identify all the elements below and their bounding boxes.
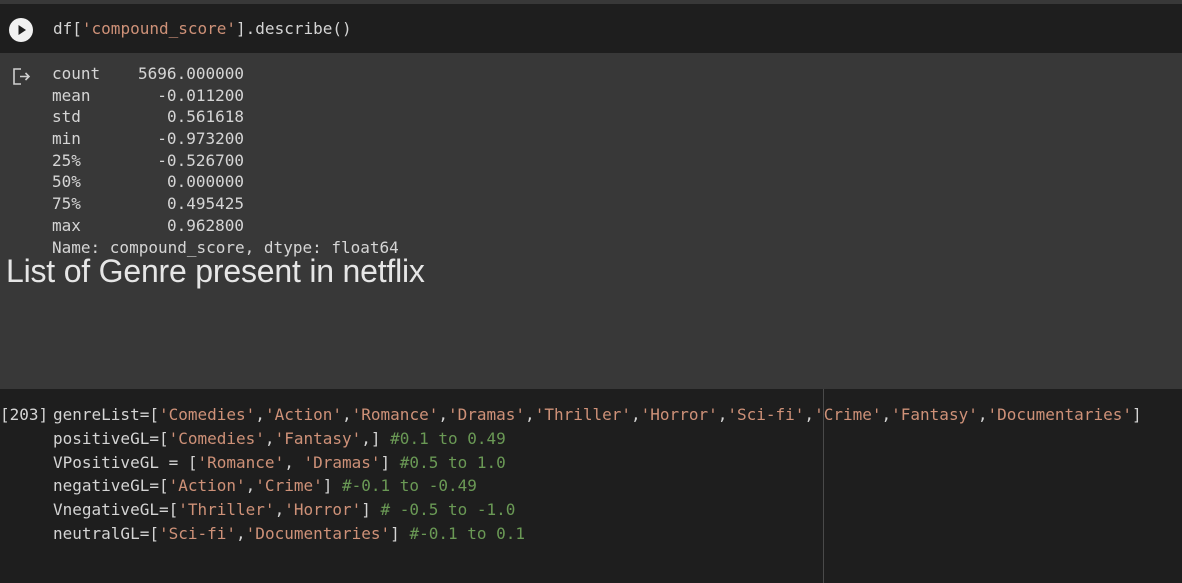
code-text: ] [380,452,400,472]
stat-name: mean [52,85,91,105]
run-cell-button[interactable] [9,18,33,42]
describe-row: min -0.973200 [52,128,399,150]
stat-value: -0.526700 [157,150,244,170]
code-separator: , [342,405,352,424]
stat-value: 0.000000 [166,172,244,192]
describe-row: 75% 0.495425 [52,193,399,215]
code-comment: #0.1 to 0.49 [390,428,506,448]
cell-output: count 5696.000000 mean -0.011200 std 0.561618… [0,53,1182,389]
code-separator: , [717,405,728,424]
code-text: ] [322,476,342,496]
code-line: neutralGL=['Sci-fi','Documentaries'] #-0… [53,522,1142,546]
code-separator: , [525,405,535,424]
string-literal: 'Romance' [351,405,439,424]
code-comment: #0.5 to 1.0 [399,452,506,472]
string-literal: 'Documentaries' [987,405,1132,424]
stat-value: 0.495425 [166,194,244,214]
stat-value: 0.962800 [166,215,244,235]
string-literal: 'Fantasy' [891,405,978,424]
string-literal: 'Action' [168,476,246,496]
stat-value: -0.973200 [157,129,244,149]
output-icon[interactable] [12,67,32,87]
code-separator: , [804,405,815,424]
string-literal: 'Dramas' [447,405,526,424]
string-literal: 'Documentaries' [245,523,391,543]
code-text: ] [361,500,381,520]
stat-name: count [52,64,101,83]
code-comment: #-0.1 to -0.49 [342,476,477,496]
code-separator: , [631,405,641,424]
code-text: negativeGL=[ [53,476,169,496]
code-separator: , [881,405,892,424]
describe-row: std 0.561618 [52,106,399,128]
code-text: ] [1131,405,1142,424]
code-comment: # -0.5 to -1.0 [380,500,516,520]
string-literal: 'Action' [264,405,342,424]
string-literal: 'Sci-fi' [727,405,805,424]
code-separator: , [274,500,285,520]
describe-row: mean -0.011200 [52,85,399,107]
code-cell-genres[interactable]: [203] genreList=['Comedies','Action','Ro… [0,389,1182,583]
string-literal: 'Dramas' [303,452,381,472]
string-literal: 'Crime' [255,476,323,496]
code-line: genreList=['Comedies','Action','Romance'… [53,403,1142,427]
string-literal: 'Comedies' [168,428,265,448]
string-literal: 'Comedies' [158,405,256,424]
stat-name: 50% [52,172,81,192]
code-separator: , [245,476,256,496]
describe-row: max 0.962800 [52,215,399,237]
code-line: positiveGL=['Comedies','Fantasy',] #0.1 … [53,427,1142,451]
stat-name: std [52,107,81,127]
code-line: VnegativeGL=['Thriller','Horror'] # -0.5… [53,498,1142,522]
line-length-ruler [823,389,824,583]
stat-name: 25% [52,150,81,170]
code-separator: , [284,452,304,472]
code-line: VPositiveGL = ['Romance', 'Dramas'] #0.5… [53,451,1142,475]
code-text: neutralGL=[ [53,523,159,543]
string-literal: 'Thriller' [178,500,275,520]
code-separator: , [438,405,448,424]
code-separator: , [255,405,265,424]
code-text: VPositiveGL = [ [53,452,198,472]
cell-code[interactable]: df['compound_score'].describe() [53,19,352,39]
code-text: genreList=[ [53,405,159,424]
code-cell-describe[interactable]: df['compound_score'].describe() [0,4,1182,53]
markdown-heading: List of Genre present in netflix [6,253,425,289]
code-text: VnegativeGL=[ [53,500,179,520]
code-text: ] [390,523,410,543]
string-literal: 'Horror' [640,405,718,424]
stat-value: 0.561618 [166,107,244,127]
stat-name: max [52,215,81,235]
describe-row: 50% 0.000000 [52,171,399,193]
execution-count: [203] [0,405,49,424]
string-literal: 'Romance' [197,452,285,472]
stat-name: min [52,129,81,149]
code-line: negativeGL=['Action','Crime'] #-0.1 to -… [53,474,1142,498]
stat-value: -0.011200 [157,85,244,105]
string-literal: 'Thriller' [534,405,632,424]
describe-row: count 5696.000000 [52,63,399,85]
code-separator: , [264,428,275,448]
string-literal: 'Sci-fi' [158,523,237,543]
code-text: positiveGL=[ [53,428,169,448]
cell-code[interactable]: genreList=['Comedies','Action','Romance'… [53,403,1142,546]
code-comment: #-0.1 to 0.1 [409,523,526,543]
string-literal: 'Horror' [284,500,362,520]
describe-output: count 5696.000000 mean -0.011200 std 0.561618… [52,63,399,258]
code-text: ,] [361,428,391,448]
string-literal: 'Crime' [814,405,882,424]
describe-row: 25% -0.526700 [52,150,399,172]
play-icon [18,25,26,35]
stat-value: 5696.000000 [138,64,244,83]
code-separator: , [236,523,246,543]
stat-name: 75% [52,194,81,214]
string-literal: 'Fantasy' [274,428,362,448]
